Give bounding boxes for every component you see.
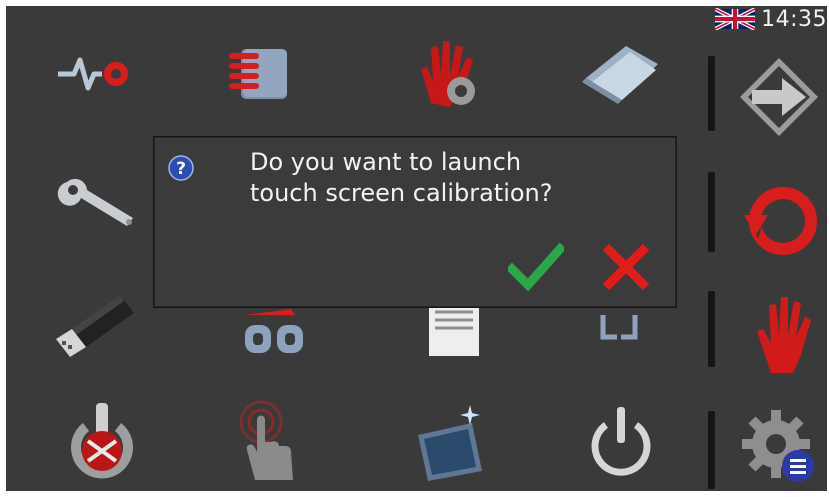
cross-icon — [602, 243, 650, 291]
cancel-button[interactable] — [598, 241, 654, 293]
settings-menu-button[interactable] — [729, 400, 827, 490]
usb-drive-icon — [56, 295, 134, 357]
touch-icon — [239, 400, 293, 480]
dialog-message-line2: touch screen calibration? — [250, 179, 553, 207]
uk-flag-icon[interactable] — [715, 8, 756, 30]
link-button[interactable] — [225, 302, 325, 362]
confirm-button[interactable] — [505, 241, 567, 293]
divider — [708, 56, 715, 131]
list-button[interactable] — [209, 28, 309, 118]
settings-menu-icon — [742, 410, 814, 482]
hand-settings-button[interactable] — [399, 28, 499, 118]
power-button[interactable] — [571, 396, 671, 486]
wrench-icon — [57, 178, 133, 226]
bracket-button[interactable] — [569, 302, 669, 352]
screen-icon — [418, 405, 482, 481]
touch-button[interactable] — [221, 396, 321, 486]
tools-button[interactable] — [46, 158, 146, 248]
list-icon — [229, 49, 287, 99]
document-button[interactable] — [402, 302, 502, 362]
screen-button[interactable] — [402, 396, 502, 486]
link-icon — [245, 309, 303, 353]
status-bar: 14:35 — [715, 6, 827, 32]
power-network-button[interactable] — [52, 396, 152, 486]
next-button[interactable] — [729, 52, 827, 142]
divider — [708, 411, 715, 489]
hand-button[interactable] — [733, 288, 827, 378]
next-arrow-icon — [740, 58, 818, 136]
divider — [708, 172, 715, 252]
question-icon: ? — [168, 155, 194, 181]
folder-icon — [582, 46, 658, 104]
hand-icon — [757, 297, 811, 373]
signal-settings-button[interactable] — [44, 28, 144, 118]
power-network-icon — [71, 403, 133, 479]
dialog-message-line1: Do you want to launch — [250, 148, 522, 176]
hand-gear-icon — [421, 41, 475, 107]
main-screen: 14:35 ? Do you want to launch touch scre… — [6, 6, 827, 491]
refresh-button[interactable] — [733, 176, 827, 266]
divider — [708, 291, 715, 367]
power-icon — [591, 407, 651, 476]
document-icon — [429, 302, 479, 356]
svg-text:?: ? — [176, 159, 186, 179]
bracket-icon — [600, 315, 638, 340]
folder-button[interactable] — [571, 28, 671, 118]
clock: 14:35 — [761, 6, 827, 32]
checkmark-icon — [505, 242, 567, 292]
refresh-icon — [744, 187, 817, 255]
calibration-dialog: ? Do you want to launch touch screen cal… — [153, 136, 677, 308]
signal-settings-icon — [58, 57, 128, 91]
usb-button[interactable] — [40, 278, 140, 368]
dialog-message: Do you want to launch touch screen calib… — [250, 147, 650, 209]
